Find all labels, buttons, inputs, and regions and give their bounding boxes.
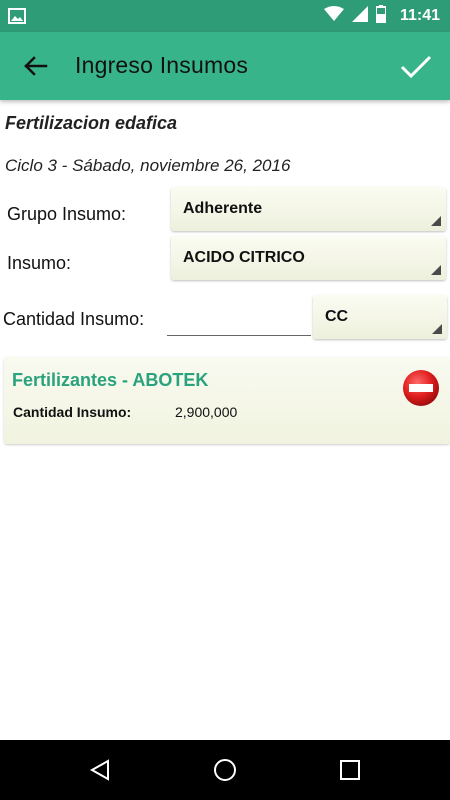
confirm-button[interactable]: [396, 46, 436, 86]
app-bar: Ingreso Insumos: [0, 32, 450, 100]
nav-back-button[interactable]: [88, 758, 112, 782]
insumo-value: ACIDO CITRICO: [183, 249, 305, 266]
remove-item-button[interactable]: [402, 369, 440, 407]
nav-recents-button[interactable]: [338, 758, 362, 782]
arrow-left-icon: [24, 56, 48, 76]
cantidad-insumo-label: Cantidad Insumo:: [3, 309, 145, 329]
nav-home-button[interactable]: [213, 758, 237, 782]
item-qty-value: 2,900,000: [175, 404, 238, 420]
back-button[interactable]: [18, 48, 54, 84]
list-item: Fertilizantes - ABOTEK Cantidad Insumo: …: [4, 357, 450, 444]
triangle-back-icon: [89, 759, 109, 781]
status-time: 11:41: [399, 7, 440, 24]
cycle-date-text: Ciclo 3 - Sábado, noviembre 26, 2016: [5, 156, 291, 175]
image-notification-icon: [8, 7, 26, 30]
grupo-insumo-label: Grupo Insumo:: [7, 204, 127, 224]
insumo-select[interactable]: ACIDO CITRICO: [171, 236, 446, 280]
item-qty-label: Cantidad Insumo:: [13, 404, 132, 420]
dropdown-arrow-icon: [432, 324, 442, 334]
status-bar: 11:41: [0, 0, 450, 32]
system-nav-bar: [0, 740, 450, 800]
unit-value: CC: [325, 308, 349, 325]
wifi-icon: [323, 5, 344, 27]
section-title: Fertilizacion edafica: [5, 113, 178, 133]
page-title: Ingreso Insumos: [75, 52, 249, 78]
battery-icon: [374, 4, 387, 28]
remove-icon: [403, 370, 439, 406]
unit-select[interactable]: CC: [313, 295, 447, 339]
square-recents-icon: [340, 760, 360, 780]
status-icons: 11:41: [323, 0, 440, 32]
cantidad-insumo-input[interactable]: [167, 300, 311, 336]
insumo-label: Insumo:: [7, 253, 72, 273]
dropdown-arrow-icon: [431, 216, 441, 226]
grupo-insumo-value: Adherente: [183, 200, 263, 217]
signal-icon: [351, 5, 368, 27]
circle-home-icon: [214, 759, 236, 781]
check-icon: [400, 55, 432, 79]
dropdown-arrow-icon: [431, 265, 441, 275]
item-title: Fertilizantes - ABOTEK: [12, 370, 209, 390]
grupo-insumo-select[interactable]: Adherente: [171, 187, 446, 231]
